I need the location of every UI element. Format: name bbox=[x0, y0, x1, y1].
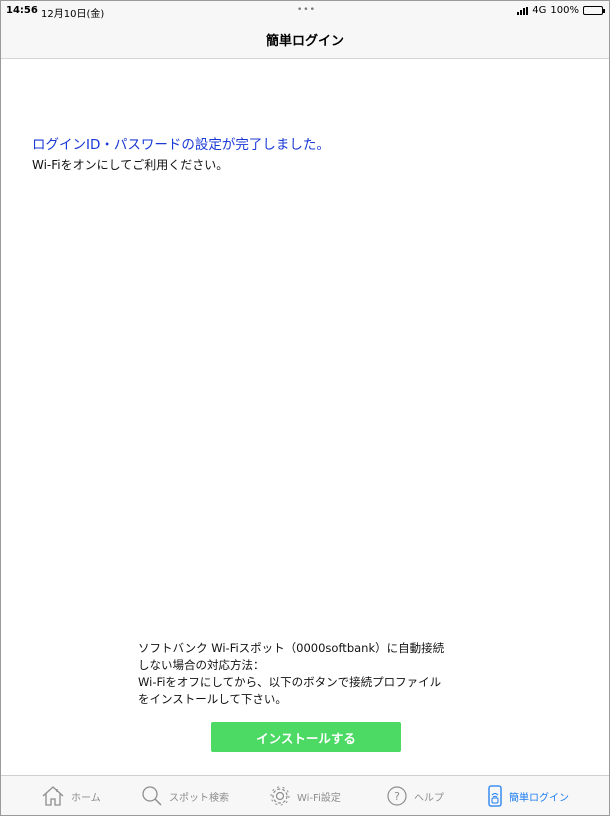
tab-easy-login[interactable]: 簡単ログイン bbox=[487, 776, 569, 815]
home-icon bbox=[41, 785, 65, 807]
tab-bar: ホーム スポット検索 Wi-Fi設定 ? ヘルプ 簡単ログイン bbox=[1, 775, 609, 815]
tab-label: スポット検索 bbox=[169, 792, 229, 804]
search-icon bbox=[141, 785, 163, 807]
wifi-instruction: Wi-Fiをオンにしてご利用ください。 bbox=[32, 158, 229, 172]
install-profile-button[interactable]: インストールする bbox=[211, 722, 401, 752]
status-indicators: 4G 100% bbox=[517, 5, 605, 16]
tab-spot-search[interactable]: スポット検索 bbox=[141, 776, 229, 815]
signal-icon bbox=[517, 6, 529, 15]
network-type: 4G bbox=[532, 5, 547, 16]
page-title: 簡単ログイン bbox=[265, 34, 344, 49]
instruction-line: をインストールして下さい。 bbox=[138, 692, 287, 706]
tab-label: ホーム bbox=[71, 792, 101, 804]
status-time: 14:56 bbox=[6, 5, 38, 16]
svg-text:?: ? bbox=[394, 790, 400, 803]
status-date: 12月10日(金) bbox=[41, 9, 105, 20]
question-icon: ? bbox=[386, 785, 408, 807]
battery-icon bbox=[583, 6, 605, 15]
status-bar: 14:56 12月10日(金) ••• 4G 100% bbox=[1, 1, 609, 21]
tab-label: ヘルプ bbox=[414, 792, 444, 804]
tab-home[interactable]: ホーム bbox=[41, 776, 101, 815]
instruction-line: ソフトバンク Wi-Fiスポット（0000softbank）に自動接続 bbox=[138, 641, 445, 655]
multitask-dots[interactable]: ••• bbox=[297, 5, 316, 15]
gear-icon bbox=[269, 785, 291, 807]
tab-label: Wi-Fi設定 bbox=[297, 792, 341, 804]
instruction-line: しない場合の対応方法： bbox=[138, 658, 265, 672]
tab-help[interactable]: ? ヘルプ bbox=[386, 776, 444, 815]
navigation-bar: 簡単ログイン bbox=[1, 21, 609, 59]
app-window: 14:56 12月10日(金) ••• 4G 100% 簡単ログイン ログインI… bbox=[0, 0, 610, 816]
fallback-instructions: ソフトバンク Wi-Fiスポット（0000softbank）に自動接続 しない場… bbox=[138, 640, 488, 708]
instruction-line: Wi-Fiをオフにしてから、以下のボタンで接続プロファイル bbox=[138, 675, 442, 689]
phone-icon bbox=[487, 784, 503, 808]
tab-label: 簡単ログイン bbox=[509, 792, 569, 804]
battery-percent: 100% bbox=[550, 5, 579, 16]
completion-message: ログインID・パスワードの設定が完了しました。 bbox=[32, 137, 330, 153]
tab-wifi-settings[interactable]: Wi-Fi設定 bbox=[269, 776, 341, 815]
